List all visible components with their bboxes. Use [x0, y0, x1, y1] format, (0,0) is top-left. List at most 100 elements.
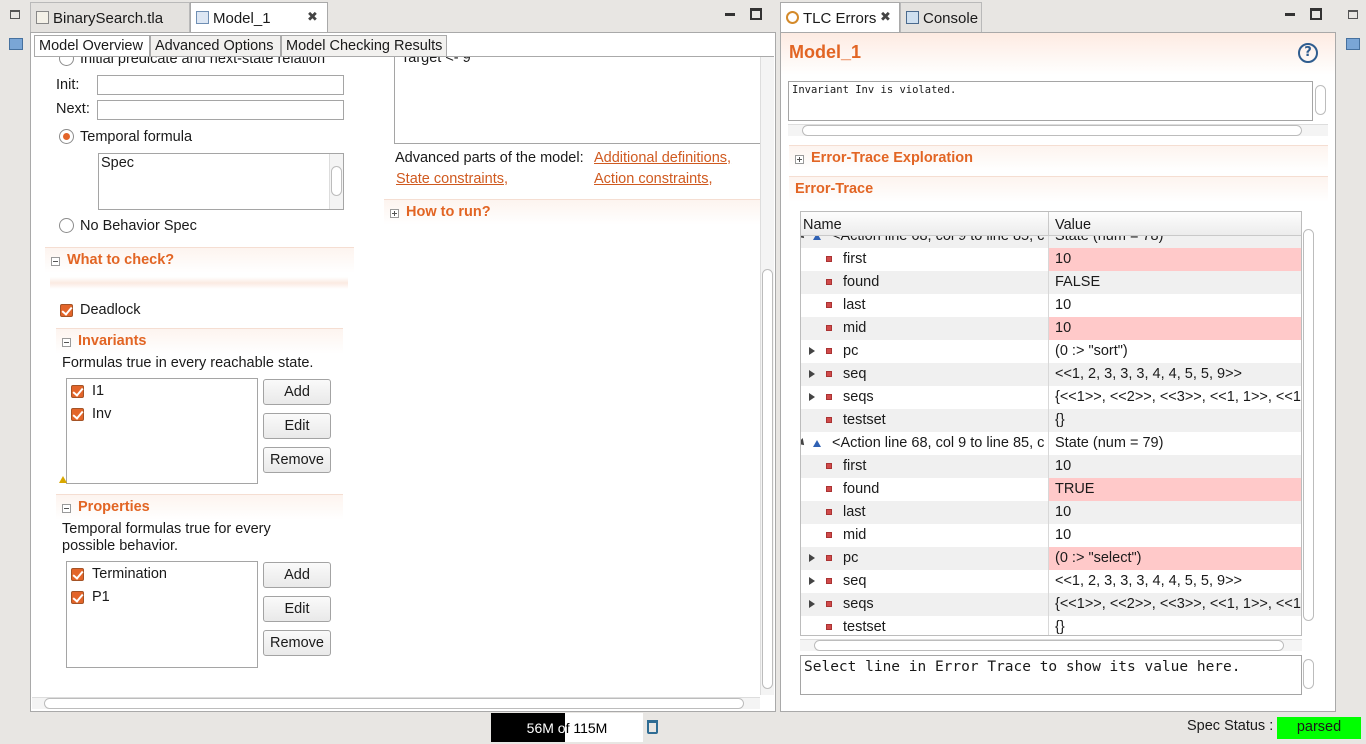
tab-binarysearch-tla[interactable]: BinarySearch.tla	[30, 2, 190, 32]
trace-row-seq[interactable]: seq <<1, 2, 3, 3, 3, 4, 4, 5, 5, 9>>	[801, 363, 1301, 386]
restore-icon-right[interactable]	[1348, 10, 1358, 19]
trace-row-last[interactable]: last 10	[801, 501, 1301, 524]
collapse-arrow-icon[interactable]	[801, 236, 807, 241]
error-trace-section[interactable]: Error-Trace	[789, 176, 1328, 202]
invariants-remove-button[interactable]: Remove	[263, 447, 331, 473]
minimize-icon[interactable]	[1284, 8, 1296, 20]
trace-state-row[interactable]: <Action line 68, col 9 to line 85, c Stat…	[801, 236, 1301, 248]
trace-row-mid[interactable]: mid 10	[801, 317, 1301, 340]
expand-arrow-icon[interactable]	[809, 600, 815, 608]
trace-vertical-scrollbar[interactable]	[1302, 211, 1316, 636]
garbage-collect-icon[interactable]	[647, 720, 658, 734]
trace-row-pc[interactable]: pc (0 :> "select")	[801, 547, 1301, 570]
invariant-label-inv[interactable]: Inv	[92, 406, 111, 422]
property-label-p1[interactable]: P1	[92, 589, 110, 605]
tla-file-icon	[36, 11, 49, 24]
collapse-icon[interactable]	[51, 257, 60, 266]
expand-arrow-icon[interactable]	[809, 370, 815, 378]
trace-vscroll-thumb[interactable]	[1303, 229, 1314, 621]
minimize-icon[interactable]	[724, 8, 736, 20]
outline-icon[interactable]	[9, 38, 23, 50]
temporal-formula-scroll-thumb[interactable]	[331, 166, 342, 196]
editor-vscroll-thumb[interactable]	[762, 269, 773, 689]
heap-status[interactable]: 56M of 115M	[491, 713, 643, 742]
column-header-value[interactable]: Value	[1055, 217, 1091, 233]
invariant-checkbox-i1[interactable]	[71, 385, 84, 398]
error-message-vscroll-thumb[interactable]	[1315, 85, 1326, 115]
trace-row-testset[interactable]: testset {}	[801, 409, 1301, 432]
editor-hscroll-thumb[interactable]	[44, 698, 744, 709]
invariants-section[interactable]: Invariants	[56, 328, 343, 354]
properties-section[interactable]: Properties	[56, 494, 343, 520]
trace-row-found[interactable]: found FALSE	[801, 271, 1301, 294]
trace-horizontal-scrollbar[interactable]	[800, 639, 1302, 651]
collapse-arrow-icon[interactable]	[801, 438, 807, 448]
maximize-icon[interactable]	[1310, 8, 1322, 20]
how-to-run-section[interactable]: How to run?	[384, 199, 760, 225]
property-checkbox-termination[interactable]	[71, 568, 84, 581]
invariant-checkbox-inv[interactable]	[71, 408, 84, 421]
expand-icon[interactable]	[390, 209, 399, 218]
trace-row-first[interactable]: first 10	[801, 248, 1301, 271]
error-message-vscroll[interactable]	[1314, 81, 1328, 121]
close-tab-icon[interactable]: ✖	[307, 10, 318, 25]
help-icon[interactable]: ?	[1298, 43, 1318, 63]
tab-model-checking-results[interactable]: Model Checking Results	[281, 35, 447, 57]
trace-state-row[interactable]: <Action line 68, col 9 to line 85, c Stat…	[801, 432, 1301, 455]
trace-row-seqs[interactable]: seqs {<<1>>, <<2>>, <<3>>, <<1, 1>>, <<1,…	[801, 386, 1301, 409]
invariant-label-i1[interactable]: I1	[92, 383, 104, 399]
action-constraints-link[interactable]: Action constraints,	[594, 171, 712, 187]
tab-console[interactable]: Console	[900, 2, 982, 32]
maximize-icon[interactable]	[750, 8, 762, 20]
expand-arrow-icon[interactable]	[809, 347, 815, 355]
trace-row-first[interactable]: first 10	[801, 455, 1301, 478]
additional-definitions-link[interactable]: Additional definitions,	[594, 150, 731, 166]
temporal-formula-radio[interactable]	[59, 129, 74, 144]
deadlock-checkbox[interactable]	[60, 304, 73, 317]
invariants-add-button[interactable]: Add	[263, 379, 331, 405]
editor-vertical-scrollbar[interactable]	[760, 57, 774, 695]
outline-icon-right[interactable]	[1346, 38, 1360, 50]
properties-edit-button[interactable]: Edit	[263, 596, 331, 622]
temporal-formula-scrollbar[interactable]	[329, 154, 343, 209]
trace-row-pc[interactable]: pc (0 :> "sort")	[801, 340, 1301, 363]
init-next-radio[interactable]	[59, 57, 74, 66]
temporal-formula-input[interactable]: Spec	[98, 153, 344, 210]
expand-icon[interactable]	[795, 155, 804, 164]
property-label-termination[interactable]: Termination	[92, 566, 167, 582]
state-constraints-link[interactable]: State constraints,	[396, 171, 508, 187]
error-trace-exploration-section[interactable]: Error-Trace Exploration	[789, 145, 1328, 171]
expand-arrow-icon[interactable]	[809, 393, 815, 401]
close-tab-icon[interactable]: ✖	[880, 10, 891, 25]
error-message-hscroll-thumb[interactable]	[802, 125, 1302, 136]
editor-horizontal-scrollbar[interactable]	[32, 697, 760, 709]
trace-row-seqs[interactable]: seqs {<<1>>, <<2>>, <<3>>, <<1, 1>>, <<1,…	[801, 593, 1301, 616]
trace-row-found[interactable]: found TRUE	[801, 478, 1301, 501]
expand-arrow-icon[interactable]	[809, 577, 815, 585]
restore-icon[interactable]	[10, 10, 20, 19]
error-message-hscroll[interactable]	[788, 124, 1328, 136]
trace-hscroll-thumb[interactable]	[814, 640, 1284, 651]
collapse-icon[interactable]	[62, 504, 71, 513]
no-behavior-spec-radio[interactable]	[59, 218, 74, 233]
what-to-check-section[interactable]: What to check?	[45, 247, 354, 273]
detail-vscroll[interactable]	[1302, 655, 1316, 695]
column-header-name[interactable]: Name	[803, 217, 842, 233]
tab-model-overview[interactable]: Model Overview	[34, 35, 150, 57]
collapse-icon[interactable]	[62, 338, 71, 347]
properties-add-button[interactable]: Add	[263, 562, 331, 588]
property-checkbox-p1[interactable]	[71, 591, 84, 604]
tab-advanced-options[interactable]: Advanced Options	[150, 35, 281, 57]
tab-model-1[interactable]: Model_1 ✖	[190, 2, 328, 32]
trace-row-testset[interactable]: testset {}	[801, 616, 1301, 635]
properties-remove-button[interactable]: Remove	[263, 630, 331, 656]
tab-tlc-errors[interactable]: TLC Errors ✖	[780, 2, 900, 32]
trace-row-last[interactable]: last 10	[801, 294, 1301, 317]
invariants-edit-button[interactable]: Edit	[263, 413, 331, 439]
trace-row-seq[interactable]: seq <<1, 2, 3, 3, 3, 4, 4, 5, 5, 9>>	[801, 570, 1301, 593]
init-input[interactable]	[97, 75, 344, 95]
expand-arrow-icon[interactable]	[809, 554, 815, 562]
detail-vscroll-thumb[interactable]	[1303, 659, 1314, 689]
trace-row-mid[interactable]: mid 10	[801, 524, 1301, 547]
next-input[interactable]	[97, 100, 344, 120]
